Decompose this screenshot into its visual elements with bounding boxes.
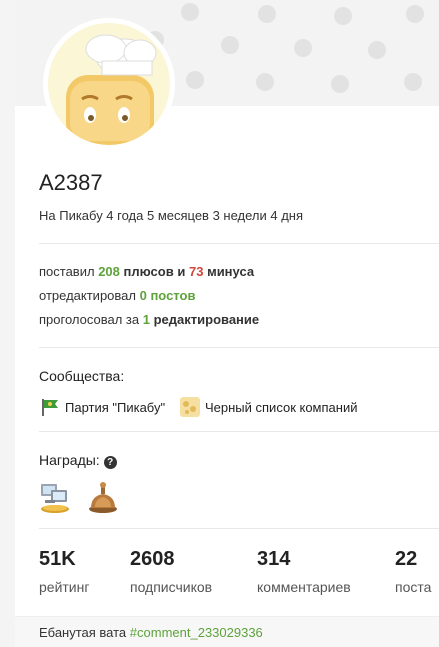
username: A2387 xyxy=(39,170,103,195)
edit-votes-line: проголосовал за 1 редактирование xyxy=(39,312,260,327)
community-link[interactable]: Партия "Пикабу" xyxy=(39,396,165,418)
divider xyxy=(39,528,439,529)
member-since: На Пикабу 4 года 5 месяцев 3 недели 4 дн… xyxy=(39,208,304,223)
edits-line: отредактировал 0 постов xyxy=(39,288,196,303)
divider xyxy=(39,243,439,244)
plus-count: 208 xyxy=(98,264,120,279)
metric-comments[interactable]: 314 комментариев xyxy=(257,548,351,595)
divider xyxy=(39,431,439,432)
flag-icon xyxy=(42,399,58,416)
edits-value: 0 постов xyxy=(139,288,196,303)
awards-title: Награды:? xyxy=(39,452,117,469)
metric-posts[interactable]: 22 поста xyxy=(395,548,431,595)
comment-link[interactable]: #comment_233029336 xyxy=(130,625,263,640)
minus-count: 73 xyxy=(188,264,204,279)
edit-votes-count: 1 xyxy=(142,312,150,327)
computers-award-icon[interactable] xyxy=(39,480,71,514)
avatar[interactable] xyxy=(43,18,175,150)
note-text: Ебанутая вата xyxy=(39,625,127,640)
help-icon[interactable]: ? xyxy=(103,456,117,469)
metric-rating[interactable]: 51K рейтинг xyxy=(39,548,89,595)
divider xyxy=(39,347,439,348)
votes-line: поставил 208 плюсов и 73 минуса xyxy=(39,264,255,279)
cheese-icon xyxy=(180,397,200,417)
pikabu-toast-avatar-icon xyxy=(48,23,170,145)
bell-award-icon[interactable] xyxy=(87,480,119,514)
communities-title: Сообщества: xyxy=(39,368,125,384)
metric-subscribers[interactable]: 2608 подписчиков xyxy=(130,548,212,595)
profile-card: A2387 На Пикабу 4 года 5 месяцев 3 недел… xyxy=(15,0,439,647)
profile-note: Ебанутая вата #comment_233029336 xyxy=(15,616,439,647)
community-link[interactable]: Черный список компаний xyxy=(179,396,357,418)
